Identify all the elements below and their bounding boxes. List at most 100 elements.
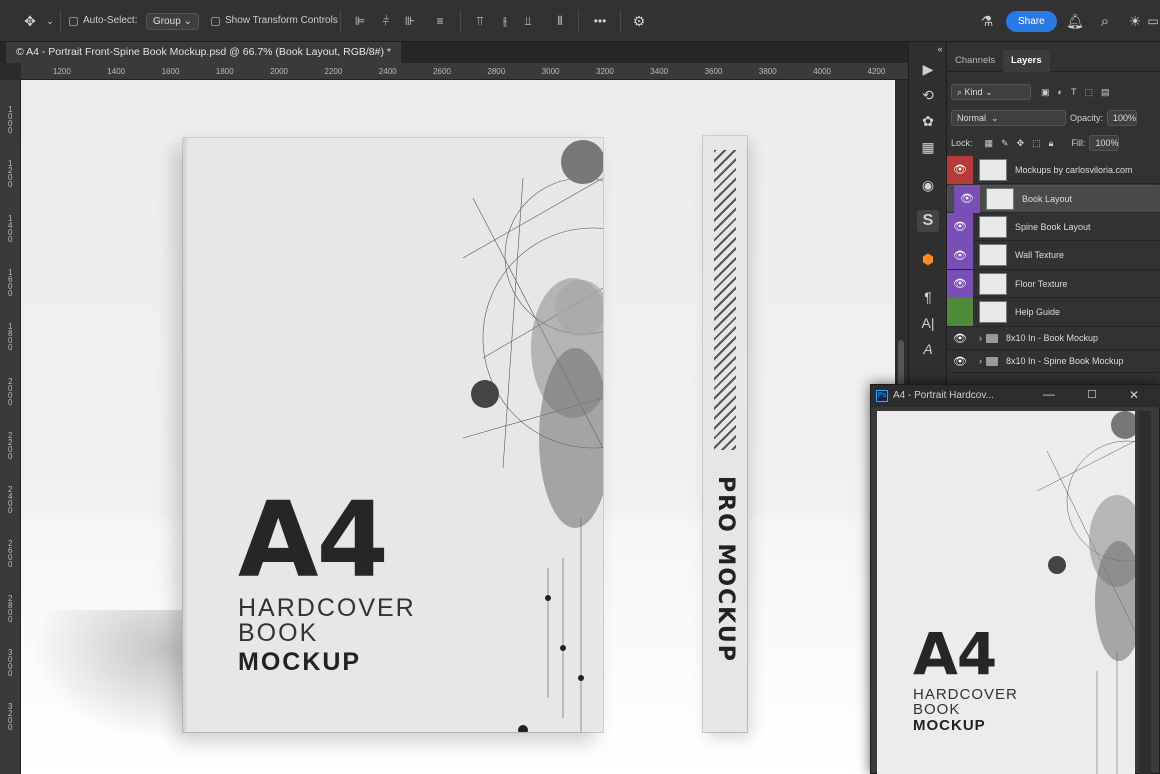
align-bottom-icon[interactable]: ⫫ (520, 12, 536, 30)
align-middle-icon[interactable]: ⫲ (497, 12, 513, 30)
layer-row[interactable]: Help Guide (947, 298, 1160, 327)
document-tab[interactable]: © A4 - Portrait Front-Spine Book Mockup.… (6, 42, 401, 63)
align-left-icon[interactable]: ⊫ (352, 12, 368, 30)
align-top-icon[interactable]: ⫪ (472, 12, 488, 30)
share-button[interactable]: Share (1006, 11, 1057, 32)
more-options-button[interactable]: ••• (590, 12, 610, 30)
layer-row[interactable]: 👁︎ › 8x10 In - Book Mockup (947, 327, 1160, 350)
palette-icon[interactable]: ✿ (917, 110, 939, 132)
layer-name: 8x10 In - Book Mockup (1006, 333, 1099, 343)
visibility-eye-icon[interactable]: 👁︎ (947, 269, 973, 298)
cover-line-3: MOCKUP (238, 648, 362, 676)
move-tool-icon[interactable]: ✥ (20, 12, 40, 30)
lock-pixels-icon[interactable]: ✎ (1001, 138, 1009, 149)
blend-row: Normal ⌄ Opacity: 100% (951, 107, 1160, 129)
auto-select-checkbox[interactable] (69, 17, 78, 26)
ruler-tick-label: 4200 (867, 67, 886, 76)
bell-icon[interactable]: 🔔︎ (1066, 11, 1084, 31)
ruler-tick-label: 2400 (8, 485, 13, 516)
book-shadow (31, 610, 201, 740)
character-icon[interactable]: A| (917, 312, 939, 334)
target-icon[interactable]: ◉ (917, 174, 939, 196)
layer-row[interactable]: 👁︎ Book Layout (947, 184, 1160, 213)
lock-artboard-icon[interactable]: ⬚ (1032, 138, 1041, 149)
glyphs-icon[interactable]: A (917, 338, 939, 360)
fill-field[interactable]: 100% (1089, 135, 1120, 151)
ruler-tick-label: 3200 (8, 702, 13, 733)
layer-name: Wall Texture (1015, 250, 1065, 260)
visibility-eye-icon[interactable]: 👁︎ (947, 155, 973, 184)
transform-controls-checkbox[interactable] (211, 17, 220, 26)
pixel-filter-icon[interactable]: ▣ (1041, 87, 1050, 98)
tab-channels[interactable]: Channels (947, 50, 1003, 72)
cube-plugin-icon[interactable]: ⬢ (917, 248, 939, 270)
book-spine: PRO MOCKUP (703, 136, 747, 732)
gear-icon[interactable]: ⚙ (630, 11, 648, 31)
workspace-icon[interactable]: ▭ (1146, 11, 1160, 31)
visibility-eye-icon[interactable]: 👁︎ (947, 347, 973, 375)
layer-row[interactable]: 👁︎ › 8x10 In - Spine Book Mockup (947, 350, 1160, 373)
auto-select-dropdown[interactable]: Group ⌄ (146, 13, 199, 30)
ruler-tick-label: 1400 (8, 213, 13, 244)
cover-line-2: BOOK (238, 619, 319, 647)
floating-document-window[interactable]: Ps A4 - Portrait Hardcov... — ☐ ✕ A4 HAR… (870, 384, 1160, 774)
ruler-tick-label: 1000 (8, 105, 13, 135)
beaker-icon[interactable]: ⚗ (978, 11, 996, 31)
lock-all-icon[interactable]: 🔒︎ (1049, 138, 1054, 149)
distribute-icon[interactable]: ≡ (432, 12, 448, 30)
type-filter-icon[interactable]: T (1071, 87, 1077, 97)
ruler-tick-label: 3200 (596, 67, 614, 76)
layer-thumbnail (979, 158, 1007, 181)
maximize-icon[interactable]: ☐ (1087, 388, 1097, 401)
visibility-eye-icon[interactable]: 👁︎ (947, 241, 973, 269)
blend-mode-value: Normal (957, 113, 987, 123)
ruler-tick-label: 2600 (433, 67, 451, 76)
search-icon[interactable]: ⌕ (1096, 11, 1114, 31)
visibility-eye-icon[interactable]: 👁︎ (954, 184, 980, 213)
layer-row[interactable]: 👁︎ Mockups by carlosviloria.com (947, 155, 1160, 184)
lightbulb-icon[interactable]: ☀ (1126, 11, 1144, 31)
history-icon[interactable]: ⟲ (917, 84, 939, 106)
distribute-vertical-icon[interactable]: ⦀ (552, 12, 568, 30)
ruler-tick-label: 1400 (107, 67, 126, 76)
kind-filter-dropdown[interactable]: ⌕ Kind ⌄ (951, 84, 1031, 100)
cover-line-1: HARDCOVER (238, 594, 416, 622)
preview-line-3: MOCKUP (913, 717, 986, 734)
book-hinge (183, 138, 189, 732)
document-tab-bar: © A4 - Portrait Front-Spine Book Mockup.… (0, 42, 908, 63)
group-expand-chevron-icon[interactable]: › (979, 333, 982, 343)
ruler-tick-label: 3600 (704, 67, 723, 76)
align-right-icon[interactable]: ⊪ (402, 12, 418, 30)
align-center-icon[interactable]: ⫩ (378, 12, 394, 30)
blend-mode-dropdown[interactable]: Normal ⌄ (951, 110, 1066, 126)
layer-row[interactable]: 👁︎ Wall Texture (947, 241, 1160, 270)
lock-transparent-icon[interactable]: ▦ (985, 138, 994, 149)
visibility-eye-icon[interactable] (947, 298, 973, 326)
smart-object-filter-icon[interactable]: ▤ (1101, 87, 1110, 98)
play-icon[interactable]: ▶ (917, 58, 939, 80)
opacity-field[interactable]: 100% (1107, 110, 1138, 126)
ruler-tick-label: 2200 (324, 67, 343, 76)
close-icon[interactable]: ✕ (1129, 388, 1139, 402)
grid-icon[interactable]: ▦ (917, 136, 939, 158)
layer-row[interactable]: 👁︎ Spine Book Layout (947, 212, 1160, 241)
lock-position-icon[interactable]: ✥ (1017, 138, 1025, 149)
s-plugin-icon[interactable]: S (917, 210, 939, 232)
preview-title: A4 (913, 620, 997, 688)
transform-controls-label: Show Transform Controls (225, 15, 338, 26)
adjustment-filter-icon[interactable]: ◐ (1058, 87, 1063, 97)
floating-window-title: A4 - Portrait Hardcov... (893, 390, 994, 401)
document-canvas[interactable]: A4 HARDCOVER BOOK MOCKUP PRO MOCKUP (21, 80, 895, 774)
floating-scrollbar[interactable] (1139, 411, 1151, 774)
paragraph-icon[interactable]: ¶ (917, 286, 939, 308)
minimize-icon[interactable]: — (1043, 387, 1055, 401)
layer-row[interactable]: 👁︎ Floor Texture (947, 269, 1160, 298)
tab-layers[interactable]: Layers (1003, 50, 1050, 72)
tool-preset-chevron-icon[interactable]: ⌄ (44, 12, 56, 30)
group-expand-chevron-icon[interactable]: › (979, 356, 982, 366)
preview-subtitle: HARDCOVER BOOK (913, 687, 1018, 717)
visibility-eye-icon[interactable]: 👁︎ (947, 212, 973, 241)
floating-window-titlebar[interactable]: Ps A4 - Portrait Hardcov... — ☐ ✕ (871, 385, 1160, 407)
ruler-tick-label: 1800 (215, 67, 234, 76)
shape-filter-icon[interactable]: ⬚ (1084, 87, 1093, 98)
